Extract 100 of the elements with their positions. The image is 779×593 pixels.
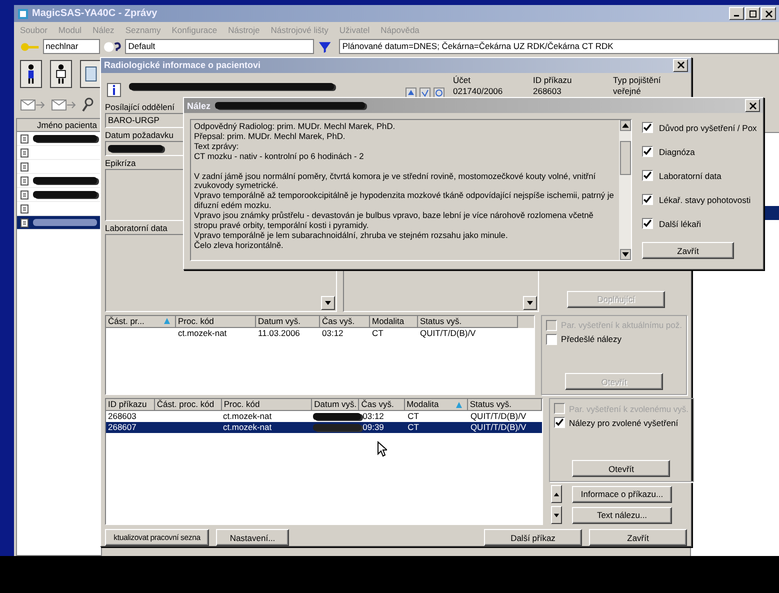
document-icon: [20, 148, 30, 158]
scroll-down-button[interactable]: [523, 296, 537, 310]
column-header[interactable]: Datum vyš.: [312, 399, 360, 412]
column-header[interactable]: Modalita: [370, 316, 418, 328]
person-icon: [54, 63, 68, 85]
table-row[interactable]: ct.mozek-nat 11.03.2006 03:12 CT QUIT/T/D(B)/V: [106, 328, 534, 339]
next-order-button[interactable]: Další příkaz: [484, 529, 582, 546]
document-icon: [20, 190, 30, 200]
mouse-cursor-icon: [377, 441, 387, 458]
column-header[interactable]: Status vyš.: [418, 316, 518, 328]
report-text-field[interactable]: [190, 119, 632, 261]
person-button[interactable]: [50, 60, 72, 88]
table-row[interactable]: 268607 ct.mozek-nat 09:39 CT QUIT/T/D(B)/V: [106, 422, 542, 434]
column-header[interactable]: Proc. kód: [222, 399, 312, 412]
table-cell: ct.mozek-nat: [222, 411, 272, 422]
report-paragraph: Čelo zleva horizontálně.: [194, 240, 284, 251]
checkbox-label: Lékař. stavy pohotovosti: [659, 194, 751, 204]
column-header[interactable]: Část. proc. kód: [154, 399, 222, 412]
table-row[interactable]: 268603 ct.mozek-nat 03:12 CT QUIT/T/D(B)/V: [106, 411, 542, 422]
column-header[interactable]: Jméno pacienta: [17, 119, 101, 132]
table-cell: 03:12: [322, 328, 344, 339]
field-label: Typ pojištění: [613, 74, 662, 86]
close-dialog-button[interactable]: Zavřít: [642, 242, 734, 259]
column-header[interactable]: Modalita: [404, 399, 468, 412]
scroll-thumb[interactable]: [620, 141, 630, 175]
checkbox[interactable]: [642, 218, 653, 229]
close-dialog-button[interactable]: Zavřít: [589, 529, 687, 546]
document-icon: [20, 176, 30, 186]
checkbox[interactable]: [546, 334, 558, 345]
minimize-button[interactable]: [729, 7, 744, 20]
scroll-up-icon[interactable]: [620, 120, 630, 131]
patient-row[interactable]: [17, 216, 101, 230]
settings-button[interactable]: Nastavení...: [216, 529, 289, 546]
scroll-down-icon[interactable]: [620, 249, 630, 260]
table-cell: 268607: [108, 422, 136, 434]
patient-row[interactable]: [17, 132, 101, 146]
column-header[interactable]: Datum vyš.: [256, 316, 320, 328]
move-up-button[interactable]: [551, 485, 562, 504]
close-button[interactable]: [673, 58, 688, 72]
patient-row[interactable]: [17, 188, 101, 202]
checkbox-label: Důvod pro vyšetření / Pox: [659, 122, 757, 132]
move-down-button[interactable]: [551, 506, 562, 524]
profile-field[interactable]: Default: [125, 39, 314, 54]
table-cell: 09:39: [362, 422, 384, 434]
column-header[interactable]: ID příkazu: [106, 399, 155, 412]
table-cell: QUIT/T/D(B)/V: [470, 422, 526, 434]
toolbar-icon[interactable]: [405, 86, 417, 99]
field-value: 021740/2006: [453, 86, 504, 97]
toolbar-icon[interactable]: [419, 86, 431, 99]
field-label: Účet: [453, 74, 472, 86]
report-line: Odpovědný Radiolog: prim. MUDr. Mechl Marek, PhD.: [194, 122, 396, 132]
document-icon: [20, 162, 30, 172]
open-button[interactable]: Otevřít: [572, 460, 670, 478]
order-info-button[interactable]: Informace o příkazu...: [572, 486, 672, 503]
checkbox[interactable]: [642, 194, 653, 205]
field-label: ID příkazu: [533, 74, 573, 86]
maximize-button[interactable]: [745, 7, 760, 20]
column-header[interactable]: Proc. kód: [176, 316, 256, 328]
column-header[interactable]: Status vyš.: [468, 399, 542, 412]
close-button[interactable]: [761, 7, 776, 20]
table-cell: ct.mozek-nat: [178, 328, 227, 339]
field-label: Epikríza: [105, 158, 136, 168]
field-label: Laboratorní data: [105, 223, 168, 234]
close-button[interactable]: [745, 99, 760, 112]
minimize-icon: [734, 15, 739, 17]
close-icon: [748, 102, 756, 110]
checkbox[interactable]: [642, 170, 653, 181]
user-field[interactable]: nechlnar: [42, 39, 100, 54]
redaction-mark: [33, 191, 97, 198]
column-header[interactable]: Čas vyš.: [320, 316, 370, 328]
field-value: 268603: [533, 86, 562, 97]
checkbox-label: Laboratorní data: [659, 170, 722, 180]
toolbar-icon[interactable]: [433, 86, 445, 99]
table-cell: CT: [372, 328, 384, 339]
up-arrow-icon: [553, 490, 560, 498]
redaction-mark: [108, 145, 163, 152]
checkbox[interactable]: [554, 417, 565, 428]
document-button[interactable]: [80, 60, 102, 88]
checkbox[interactable]: [642, 146, 653, 157]
column-header[interactable]: Část. pr...: [106, 316, 176, 328]
report-line: Text zprávy:: [194, 142, 239, 152]
patient-row[interactable]: [17, 174, 101, 188]
checkbox[interactable]: [642, 122, 653, 133]
column-header[interactable]: Čas vyš.: [359, 399, 405, 412]
report-text-button[interactable]: Text nálezu...: [572, 506, 672, 524]
report-line: CT mozku - nativ - kontrolní po 6 hodinách - 2: [194, 152, 365, 162]
app-icon: [17, 8, 29, 20]
filter-field[interactable]: Plánované datum=DNES; Čekárna=Čekárna UZ RDK/Čekárna CT RDK: [339, 39, 779, 54]
window-title: MagicSAS-YA40C - Zprávy: [32, 8, 158, 19]
search-icon: [82, 97, 94, 113]
person-button[interactable]: [20, 60, 42, 88]
table-cell: CT: [408, 422, 419, 434]
scrollbar[interactable]: [619, 120, 631, 260]
scroll-down-button[interactable]: [321, 296, 335, 310]
report-paragraph: Vpravo temporálně až temporookcipitálně je hypodenzita mozkové tkáně odpovídající nejspíše ischemii, patrný je difuzní edém mozku.: [194, 191, 615, 211]
table-cell: QUIT/T/D(B)/V: [420, 328, 476, 339]
redaction-mark: [33, 219, 97, 226]
checkbox-label: Předešlé nálezy: [561, 334, 622, 344]
checkbox-label: Diagnóza: [659, 146, 695, 156]
field-label: Datum požadavku: [105, 130, 174, 140]
